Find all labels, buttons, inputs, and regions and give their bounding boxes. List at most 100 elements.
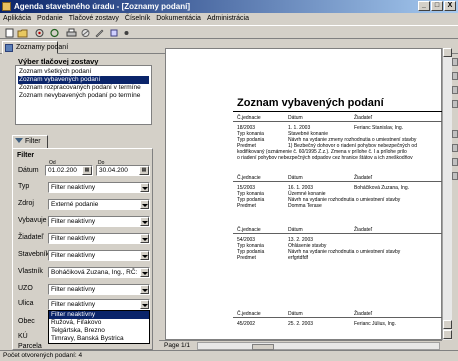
next-page-icon[interactable] (452, 158, 458, 166)
menu-podanie[interactable]: Podanie (37, 13, 63, 24)
stop-icon[interactable] (80, 28, 91, 38)
report-item-resolved[interactable]: Zoznam vybavených podaní (18, 76, 149, 84)
print-icon[interactable] (66, 28, 77, 38)
zoom-icon[interactable] (452, 86, 458, 94)
obec-label: Obec (18, 318, 35, 325)
record-ziadatel: Ferianc Stanislav, Ing. (354, 125, 404, 131)
app-icon (2, 2, 11, 11)
page-indicator: Page 1/1 (164, 342, 191, 349)
pen-icon[interactable] (94, 28, 105, 38)
ku-label: KÚ (18, 333, 28, 340)
filter-heading: Filter (17, 152, 35, 159)
typ-label: Typ (18, 183, 30, 190)
uzo-label: UZO (18, 285, 33, 292)
menu-administracia[interactable]: Administrácia (207, 13, 249, 24)
ulica-dropdown-list[interactable]: Filter neaktívny Ružová, Fiľakovo Telgár… (48, 310, 150, 344)
row-rule (233, 233, 442, 234)
scroll-up-icon[interactable] (443, 48, 452, 57)
chevron-down-icon[interactable] (140, 300, 149, 309)
maximize-button[interactable]: □ (431, 1, 443, 11)
last-page-icon[interactable] (452, 172, 458, 180)
status-bar: Počet otvorených podaní: 4 (0, 350, 458, 361)
page-bar: Page 1/1 (159, 340, 442, 350)
date-to-field[interactable]: 30.04.200 ▦ (96, 165, 150, 176)
refresh-icon[interactable] (49, 28, 60, 38)
close-button[interactable]: X (444, 1, 456, 11)
list-icon (5, 44, 13, 52)
dropdown-option[interactable]: Timravy, Banská Bystrica (49, 335, 149, 343)
vybavuje-value: Filter neaktívny (51, 218, 96, 225)
prev-page-icon[interactable] (452, 144, 458, 152)
record-cislo: 45/2002 (237, 321, 256, 327)
chevron-down-icon[interactable] (140, 200, 149, 209)
report-vertical-scrollbar[interactable] (442, 48, 452, 340)
page-icon[interactable] (452, 58, 458, 66)
chevron-down-icon[interactable] (140, 251, 149, 260)
stavebnik-value: Filter neaktívny (51, 252, 96, 259)
report-select-list[interactable]: Zoznam všetkých podaní Zoznam vybavených… (15, 65, 152, 125)
open-folder-icon[interactable] (17, 28, 28, 38)
report-item-all[interactable]: Zoznam všetkých podaní (18, 68, 149, 76)
menu-tlacove-zostavy[interactable]: Tlačové zostavy (69, 13, 119, 24)
chevron-down-icon[interactable] (140, 285, 149, 294)
typ-combo[interactable]: Filter neaktívny (48, 182, 150, 193)
record-row-value: erfgrtdfdf (288, 255, 309, 261)
scroll-down-icon[interactable] (443, 320, 452, 329)
tab-zoznamy-podani[interactable]: Zoznamy podaní (2, 41, 68, 54)
ulica-value: Filter neaktívny (51, 301, 96, 308)
dropdown-option[interactable]: Filter neaktívny (49, 311, 149, 319)
chevron-down-icon[interactable] (140, 268, 149, 277)
dropdown-option[interactable]: Telgártska, Brezno (49, 327, 149, 335)
new-document-icon[interactable] (4, 28, 15, 38)
date-label: Dátum (18, 167, 39, 174)
vlastnik-combo[interactable]: Boháčiková Zuzana, Ing., RČ: (48, 267, 150, 278)
typ-value: Filter neaktívny (51, 184, 96, 191)
report-item-in-progress[interactable]: Zoznam rozpracovaných podaní v termíne (18, 84, 149, 92)
zoom-icon[interactable] (452, 100, 458, 108)
help-icon[interactable] (121, 28, 132, 38)
calendar-icon[interactable]: ▦ (82, 166, 92, 175)
record-row-label: Predmet (237, 203, 256, 209)
funnel-icon (15, 138, 23, 146)
tab-filter[interactable]: Filter (12, 135, 48, 149)
ziadatel-label: Žiadateľ (18, 234, 44, 241)
chevron-down-icon[interactable] (140, 217, 149, 226)
row-rule (233, 317, 442, 318)
menu-dokumentacia[interactable]: Dokumentácia (156, 13, 201, 24)
record-row-value: Domma Terase (288, 203, 322, 209)
record-ziadatel: Ferianc Július, Ing. (354, 321, 396, 327)
zdroj-combo[interactable]: Externé podanie (48, 199, 150, 210)
ziadatel-combo[interactable]: Filter neaktívny (48, 233, 150, 244)
calendar-icon[interactable]: ▦ (139, 166, 149, 175)
vlastnik-value: Boháčiková Zuzana, Ing., RČ: (51, 269, 138, 276)
zdroj-value: Externé podanie (51, 201, 99, 208)
dropdown-option[interactable]: Ružová, Fiľakovo (49, 319, 149, 327)
date-from-value: 01.02.200 (48, 167, 77, 174)
vybavuje-combo[interactable]: Filter neaktívny (48, 216, 150, 227)
menu-ciselnik[interactable]: Číselník (125, 13, 150, 24)
filter-tab-label: Filter (25, 138, 41, 145)
page-icon[interactable] (452, 72, 458, 80)
chevron-down-icon[interactable] (140, 183, 149, 192)
ziadatel-value: Filter neaktívny (51, 235, 96, 242)
chevron-down-icon[interactable] (140, 234, 149, 243)
minimize-button[interactable]: _ (418, 1, 430, 11)
title-bar: Agenda stavebného úradu - [Zoznamy podan… (0, 0, 458, 13)
target-icon[interactable] (34, 28, 45, 38)
date-to-value: 30.04.200 (99, 167, 128, 174)
stavebnik-combo[interactable]: Filter neaktívny (48, 250, 150, 261)
exit-icon[interactable] (109, 28, 120, 38)
ulica-combo[interactable]: Filter neaktívny (48, 299, 150, 310)
menu-aplikacia[interactable]: Aplikácia (3, 13, 31, 24)
report-item-overdue[interactable]: Zoznam nevybavených podaní po termíne (18, 92, 149, 100)
record-row-value: o riadení pohybov nebezpečných odpadov c… (237, 155, 413, 161)
tab-label: Zoznamy podaní (16, 44, 69, 51)
toolbar (0, 25, 458, 39)
uzo-combo[interactable]: Filter neaktívny (48, 284, 150, 295)
date-from-field[interactable]: 01.02.200 ▦ (45, 165, 93, 176)
scroll-end-icon[interactable] (443, 330, 452, 339)
record-datum: 25. 2. 2003 (288, 321, 314, 327)
record-row-label: Predmet (237, 255, 256, 261)
horizontal-scrollbar[interactable] (197, 342, 440, 350)
first-page-icon[interactable] (452, 130, 458, 138)
